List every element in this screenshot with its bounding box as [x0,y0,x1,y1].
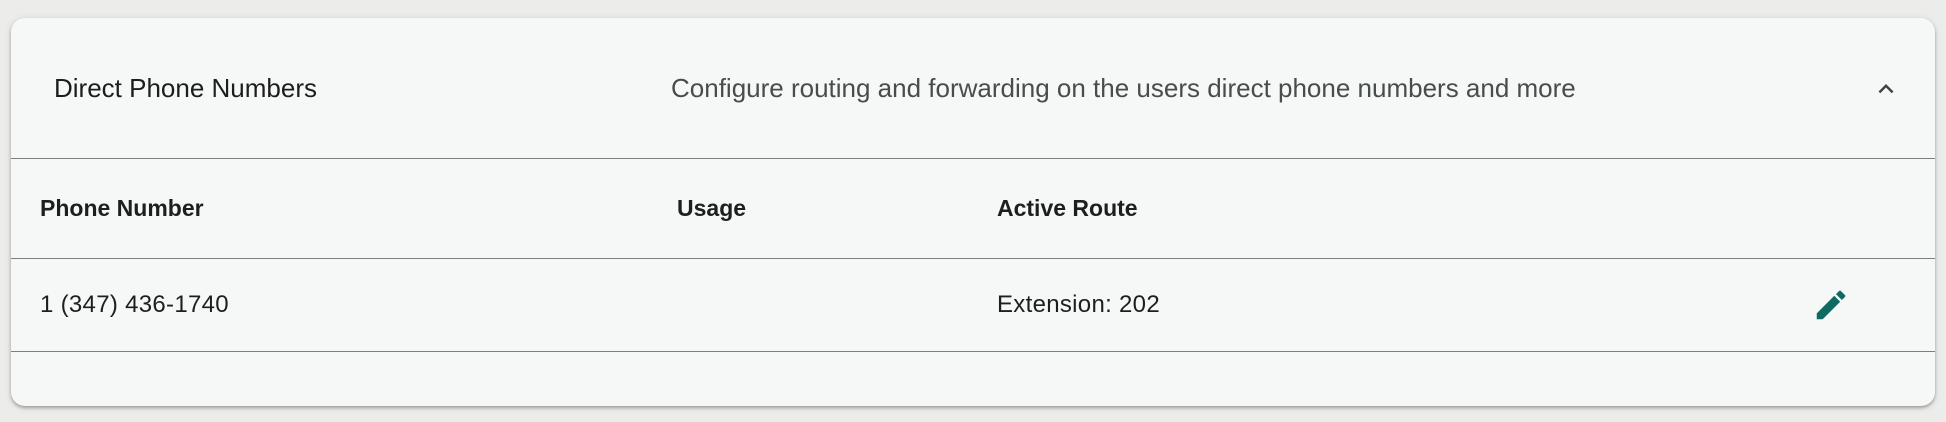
column-header-phone-number: Phone Number [40,195,204,221]
active-route-cell: Extension: 202 [997,291,1160,318]
table-row: 1 (347) 436-1740 Extension: 202 [11,259,1935,351]
column-header-usage: Usage [677,195,747,221]
row-divider [11,351,1935,352]
table-header-row: Phone Number Usage Active Route [11,159,1935,258]
panel-header[interactable]: Direct Phone Numbers Configure routing a… [11,18,1935,159]
panel-title: Direct Phone Numbers [54,73,317,103]
pencil-icon [1816,290,1846,320]
edit-button[interactable] [1809,283,1853,327]
phone-number-cell: 1 (347) 436-1740 [40,291,229,318]
panel-description: Configure routing and forwarding on the … [671,73,1576,103]
chevron-up-icon[interactable] [1871,74,1901,104]
direct-phone-numbers-panel: Direct Phone Numbers Configure routing a… [11,18,1935,406]
phone-numbers-table: Phone Number Usage Active Route 1 (347) … [11,159,1935,352]
column-header-active-route: Active Route [997,195,1138,221]
